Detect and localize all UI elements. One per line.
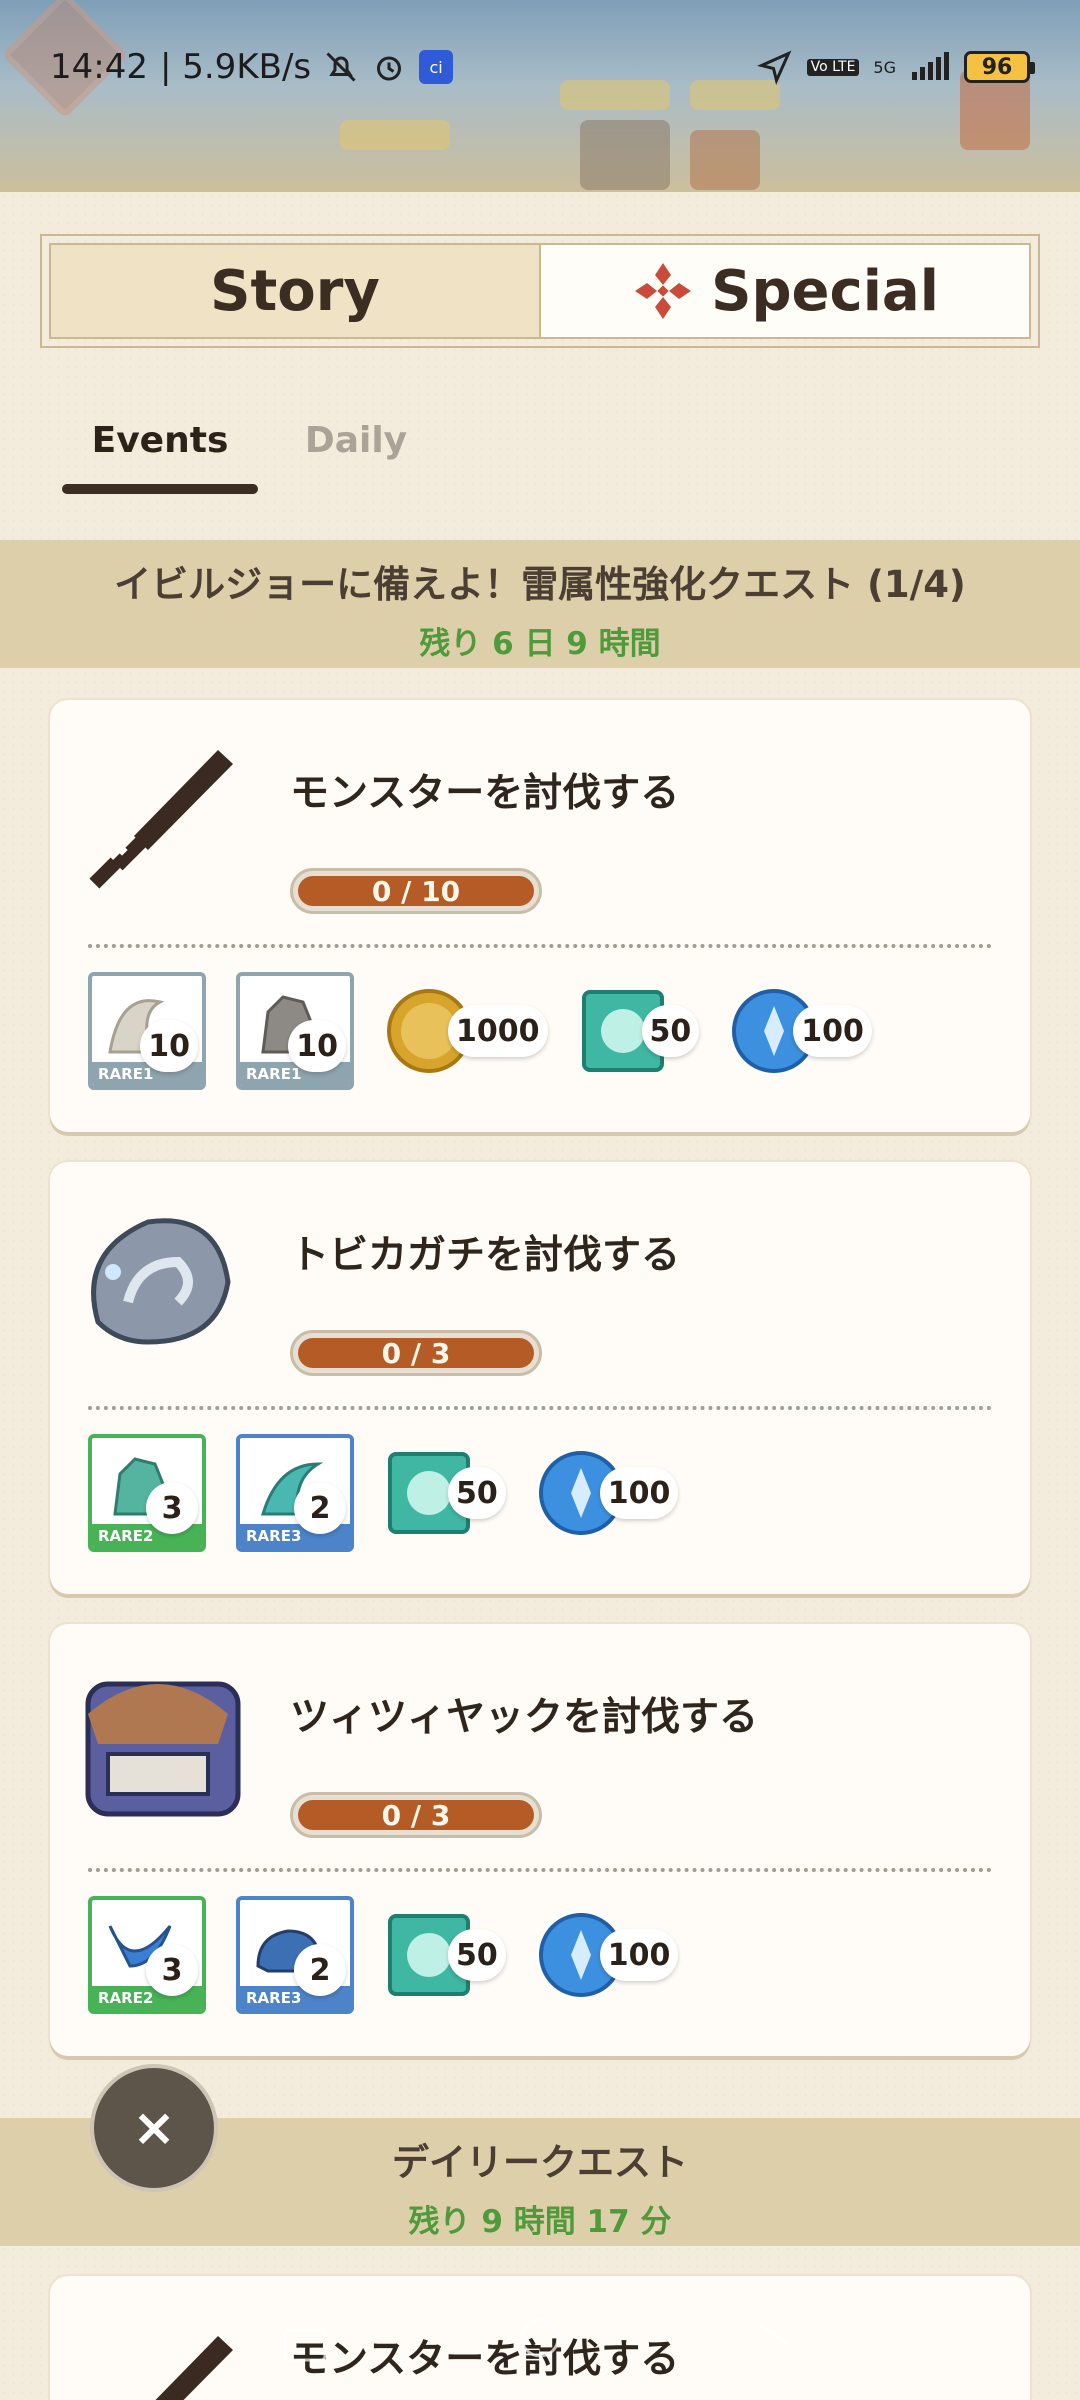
bell-muted-icon xyxy=(323,49,359,85)
mode-tab-bar: Story Special xyxy=(40,234,1040,348)
quest-card[interactable]: トビカガチを討伐する 0 / 3 RARE2 3 RARE3 2 50 100 xyxy=(50,1162,1030,1594)
battery-indicator: 96 xyxy=(964,51,1035,83)
reward-count: 10 xyxy=(288,1020,346,1072)
close-button[interactable]: × xyxy=(90,2064,218,2192)
network-speed: | 5.9KB/s xyxy=(159,47,312,87)
reward-count: 2 xyxy=(294,1944,346,1996)
reward-currency[interactable]: 100 xyxy=(536,1905,679,2005)
reward-list: RARE2 3 RARE3 2 50 100 xyxy=(88,1434,679,1552)
reward-count: 3 xyxy=(146,1944,198,1996)
quest-title: ツィツィヤックを討伐する xyxy=(290,1695,759,1740)
monster-decoration xyxy=(580,120,670,190)
navigation-bar xyxy=(283,2318,791,2362)
tab-special-label: Special xyxy=(711,258,939,324)
reward-material[interactable]: RARE1 10 xyxy=(88,972,206,1090)
quest-progress-text: 0 / 3 xyxy=(298,1799,534,1832)
volte-badge: Vo LTE xyxy=(806,58,860,76)
tab-story[interactable]: Story xyxy=(51,245,541,337)
quest-card[interactable]: ツィツィヤックを討伐する 0 / 3 RARE2 3 RARE3 2 50 10… xyxy=(50,1624,1030,2056)
reward-count: 50 xyxy=(641,1005,700,1057)
divider xyxy=(88,944,992,948)
event-section-header: イビルジョーに備えよ！雷属性強化クエスト (1/4) 残り 6 日 9 時間 xyxy=(0,540,1080,668)
tab-story-label: Story xyxy=(210,258,380,324)
star-rating-decoration xyxy=(340,120,450,150)
reward-material[interactable]: RARE3 2 xyxy=(236,1896,354,2014)
reward-material[interactable]: RARE1 10 xyxy=(236,972,354,1090)
tab-events[interactable]: Events xyxy=(62,412,258,494)
reward-material[interactable]: RARE2 3 xyxy=(88,1896,206,2014)
tzitzi-ya-ku-monster-icon xyxy=(85,1681,241,1817)
reward-count: 50 xyxy=(448,1467,506,1519)
home-icon xyxy=(520,2318,560,2358)
divider xyxy=(88,1868,992,1872)
reward-material[interactable]: RARE2 3 xyxy=(88,1434,206,1552)
clock: 14:42 xyxy=(50,47,148,87)
quest-progress-text: 0 / 3 xyxy=(298,1337,534,1370)
reward-currency[interactable]: 100 xyxy=(536,1443,679,1543)
game-banner: 14:42 | 5.9KB/s ci Vo LTE 5G 96 xyxy=(0,0,1080,192)
quest-progress-bar: 0 / 10 xyxy=(290,868,542,914)
reward-count: 100 xyxy=(599,1929,679,1981)
daily-remaining-time: 残り 9 時間 17 分 xyxy=(408,2204,672,2240)
building-decoration xyxy=(690,130,760,190)
reward-count: 100 xyxy=(793,1005,872,1057)
app-notification-icon: ci xyxy=(419,50,454,84)
alarm-icon xyxy=(371,49,407,85)
reward-currency[interactable]: 50 xyxy=(384,1905,506,2005)
sub-tab-bar: Events Daily xyxy=(62,412,454,494)
reward-count: 1000 xyxy=(448,1005,548,1057)
reward-material[interactable]: RARE3 2 xyxy=(236,1434,354,1552)
reward-count: 50 xyxy=(448,1929,506,1981)
reward-list: RARE1 10 RARE1 10 1000 50 100 xyxy=(88,972,872,1090)
reward-count: 2 xyxy=(294,1482,346,1534)
reward-currency[interactable]: 50 xyxy=(384,1443,506,1543)
quest-card[interactable]: モンスターを討伐する 0 / 10 RARE1 10 RARE1 10 1000 xyxy=(50,700,1030,1132)
reward-currency[interactable]: 100 xyxy=(729,981,872,1081)
event-section-title: イビルジョーに備えよ！雷属性強化クエスト (1/4) xyxy=(114,563,966,606)
quest-progress-bar: 0 / 3 xyxy=(290,1792,542,1838)
reward-currency[interactable]: 50 xyxy=(578,981,700,1081)
quest-title: モンスターを討伐する xyxy=(290,771,680,816)
quest-title: トビカガチを討伐する xyxy=(290,1233,681,1278)
signal-icon xyxy=(910,52,950,82)
reward-count: 3 xyxy=(146,1482,198,1534)
tab-daily[interactable]: Daily xyxy=(258,412,454,494)
sword-icon xyxy=(89,750,233,889)
reward-count: 10 xyxy=(140,1020,198,1072)
network-type: 5G xyxy=(873,57,896,77)
reward-count: 100 xyxy=(599,1467,679,1519)
tobi-kadachi-monster-icon xyxy=(91,1218,231,1345)
reward-currency[interactable]: 1000 xyxy=(384,981,548,1081)
event-remaining-time: 残り 6 日 9 時間 xyxy=(419,626,661,662)
back-icon xyxy=(759,2323,791,2347)
special-emblem-icon xyxy=(635,263,692,319)
quest-progress-text: 0 / 10 xyxy=(298,875,534,908)
divider xyxy=(88,1406,992,1410)
tab-special[interactable]: Special xyxy=(541,245,1029,337)
quest-progress-bar: 0 / 3 xyxy=(290,1330,542,1376)
recent-apps-icon xyxy=(283,2328,327,2362)
reward-list: RARE2 3 RARE3 2 50 100 xyxy=(88,1896,679,2014)
status-bar: 14:42 | 5.9KB/s ci Vo LTE 5G 96 xyxy=(0,38,1080,96)
location-icon xyxy=(756,49,793,85)
